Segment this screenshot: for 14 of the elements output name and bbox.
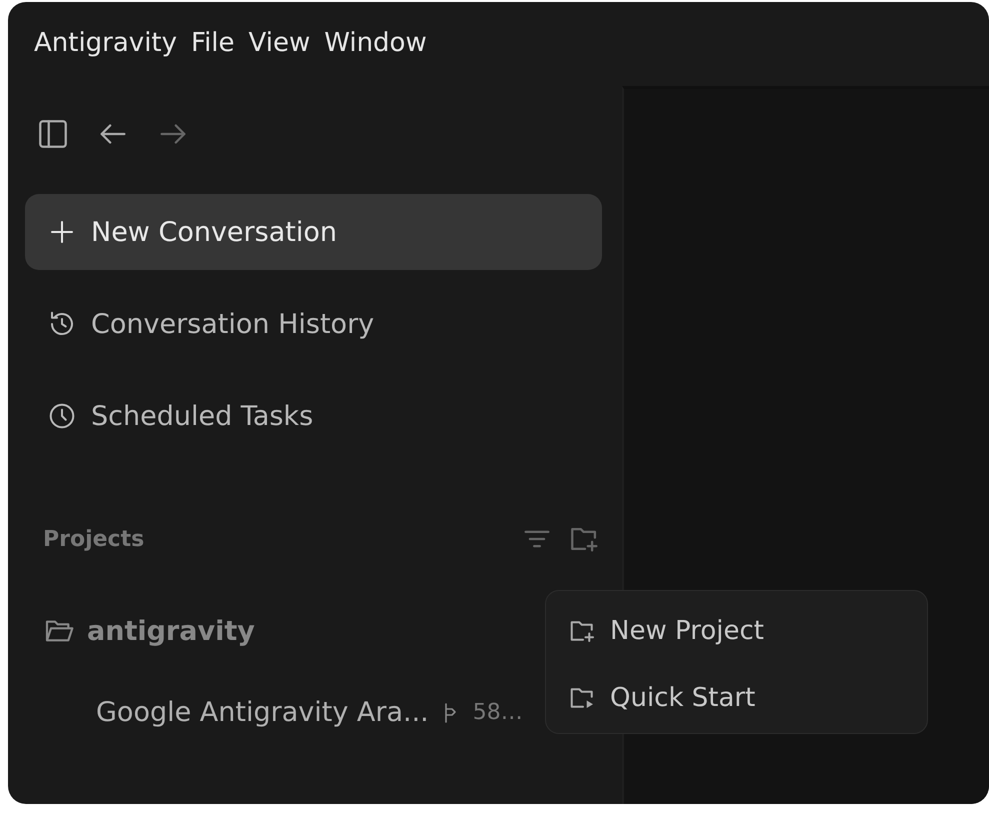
menu-item[interactable]: Quick Start [568, 683, 927, 713]
conversation-meta: 58… [472, 700, 523, 725]
menu-item[interactable]: File [191, 28, 235, 60]
nav-item[interactable]: Conversation History [25, 286, 602, 362]
nav-item[interactable]: New Conversation [25, 194, 602, 270]
sidebar-button[interactable] [36, 117, 70, 151]
nav-item[interactable]: Scheduled Tasks [25, 378, 602, 454]
sidebar-icon [36, 117, 70, 151]
menu-item[interactable]: Window [324, 28, 427, 60]
menu-item[interactable]: Antigravity [34, 28, 177, 60]
conversation-item[interactable]: Google Antigravity Ara... [96, 697, 429, 728]
section-title: Projects [43, 526, 144, 552]
menu-item[interactable]: View [248, 28, 310, 60]
clock-icon [47, 401, 77, 431]
